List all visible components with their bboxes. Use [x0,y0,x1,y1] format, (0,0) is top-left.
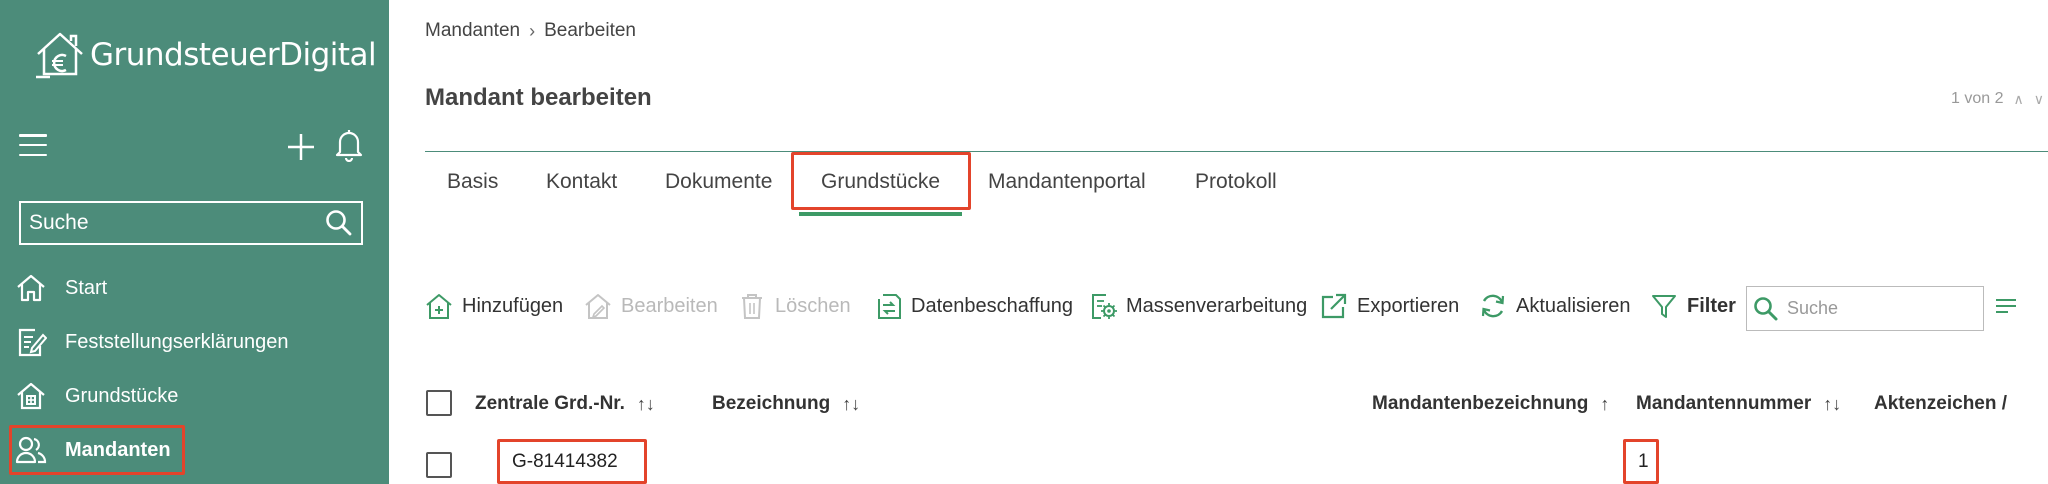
highlight-box [9,425,185,475]
add-button[interactable]: Hinzufügen [425,291,563,321]
add-button-label: Hinzufügen [462,294,564,317]
refresh-label: Aktualisieren [1516,294,1631,317]
chevron-right-icon: › [529,20,536,41]
tab-basis[interactable]: Basis [447,170,498,194]
sidebar-item-grundstuecke[interactable]: Grundstücke [14,373,178,419]
home-icon [14,271,48,305]
tab-kontakt[interactable]: Kontakt [546,170,617,194]
sidebar-item-label: Start [65,276,108,299]
column-settings-icon[interactable] [1995,297,2017,315]
breadcrumb-item-current: Bearbeiten [544,20,636,41]
sort-icon[interactable]: ↑↓ [637,394,655,415]
edit-button[interactable]: Bearbeiten [584,291,718,321]
row-checkbox[interactable] [426,452,452,478]
column-header-label: Zentrale Grd.-Nr. [475,393,625,414]
refresh-button[interactable]: Aktualisieren [1479,291,1631,321]
record-pager: 1 von 2 ∧ ∨ [1951,90,2044,108]
menu-icon[interactable] [19,134,47,156]
column-header-aktenzeichen[interactable]: Aktenzeichen / [1874,393,2007,415]
sidebar-item-start[interactable]: Start [14,265,107,311]
document-edit-icon [14,325,48,359]
column-header-mandantennummer[interactable]: Mandantennummer ↑↓ [1636,393,1841,415]
highlight-box [1623,439,1659,484]
active-tab-indicator [799,212,962,216]
export-button[interactable]: Exportieren [1320,291,1459,321]
sort-icon[interactable]: ↑↓ [842,394,860,415]
edit-button-label: Bearbeiten [621,294,718,317]
select-all-checkbox[interactable] [426,390,452,416]
search-icon [1754,296,1778,320]
sidebar-item-label: Grundstücke [65,384,179,407]
data-procurement-button[interactable]: Datenbeschaffung [874,291,1073,321]
sidebar-search-input[interactable]: Suche [19,201,363,245]
logo-text: GrundsteuerDigital [90,37,377,73]
export-label: Exportieren [1357,294,1460,317]
logo[interactable]: GrundsteuerDigital [34,30,377,80]
mass-processing-button[interactable]: Massenverarbeitung [1089,291,1307,321]
highlight-box [497,439,647,484]
delete-button-label: Löschen [775,294,851,317]
filter-label: Filter [1687,294,1736,317]
house-add-icon [425,292,453,320]
document-sync-icon [874,292,902,320]
column-header-bezeichnung[interactable]: Bezeichnung ↑↓ [712,393,860,415]
bell-icon[interactable] [334,128,364,162]
table-search-placeholder: Suche [1787,298,1839,318]
sidebar-item-label: Feststellungserklärungen [65,330,289,353]
tab-dokumente[interactable]: Dokumente [665,170,772,194]
sidebar-search-placeholder: Suche [29,211,89,234]
search-icon[interactable] [325,209,353,237]
column-header-mandantenbezeichnung[interactable]: Mandantenbezeichnung ↑ [1372,393,1609,415]
delete-button[interactable]: Löschen [738,291,851,321]
chevron-up-icon[interactable]: ∧ [2014,91,2024,108]
column-header-label: Mandantenbezeichnung [1372,393,1589,414]
breadcrumb-item-mandanten[interactable]: Mandanten [425,20,520,42]
pager-label: 1 von 2 [1951,90,2004,107]
tab-protokoll[interactable]: Protokoll [1195,170,1277,194]
chevron-down-icon[interactable]: ∨ [2034,91,2044,108]
plus-icon[interactable] [285,131,317,163]
mass-processing-label: Massenverarbeitung [1126,294,1308,317]
page-title: Mandant bearbeiten [425,84,652,111]
filter-icon [1650,292,1678,320]
sidebar-item-feststellungserklaerungen[interactable]: Feststellungserklärungen [14,319,288,365]
sidebar: GrundsteuerDigital Suche Start Feststell… [0,0,389,484]
column-header-label: Aktenzeichen / [1874,393,2008,414]
tab-mandantenportal[interactable]: Mandantenportal [988,170,1146,194]
breadcrumb: Mandanten › Bearbeiten [425,20,636,42]
divider [425,151,2048,152]
sort-asc-icon[interactable]: ↑ [1600,394,1609,415]
trash-icon [738,292,766,320]
property-icon [14,379,48,413]
document-gear-icon [1089,292,1117,320]
export-icon [1320,292,1348,320]
data-procurement-label: Datenbeschaffung [911,294,1073,317]
column-header-label: Bezeichnung [712,393,831,414]
house-edit-icon [584,292,612,320]
column-header-label: Mandantennummer [1636,393,1812,414]
column-header-zentrale-nr[interactable]: Zentrale Grd.-Nr. ↑↓ [475,393,655,415]
table-search-input[interactable]: Suche [1746,286,1984,331]
highlight-box [791,152,971,210]
house-euro-logo-icon [36,32,83,79]
sort-icon[interactable]: ↑↓ [1823,394,1841,415]
filter-button[interactable]: Filter [1650,291,1736,321]
refresh-icon [1479,292,1507,320]
